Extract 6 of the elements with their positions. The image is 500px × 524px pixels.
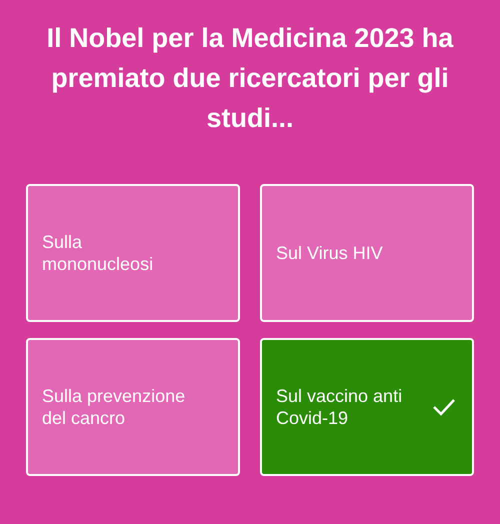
answer-option[interactable]: Sulla mononucleosi bbox=[26, 184, 240, 322]
checkmark-icon bbox=[432, 398, 456, 416]
answer-option[interactable]: Sulla prevenzione del cancro bbox=[26, 338, 240, 476]
answer-option[interactable]: Sul Virus HIV bbox=[260, 184, 474, 322]
question-text: Il Nobel per la Medicina 2023 ha premiato due ricercatori per gli studi... bbox=[46, 22, 454, 135]
answer-option[interactable]: Sul vaccino anti Covid-19 bbox=[260, 338, 474, 476]
